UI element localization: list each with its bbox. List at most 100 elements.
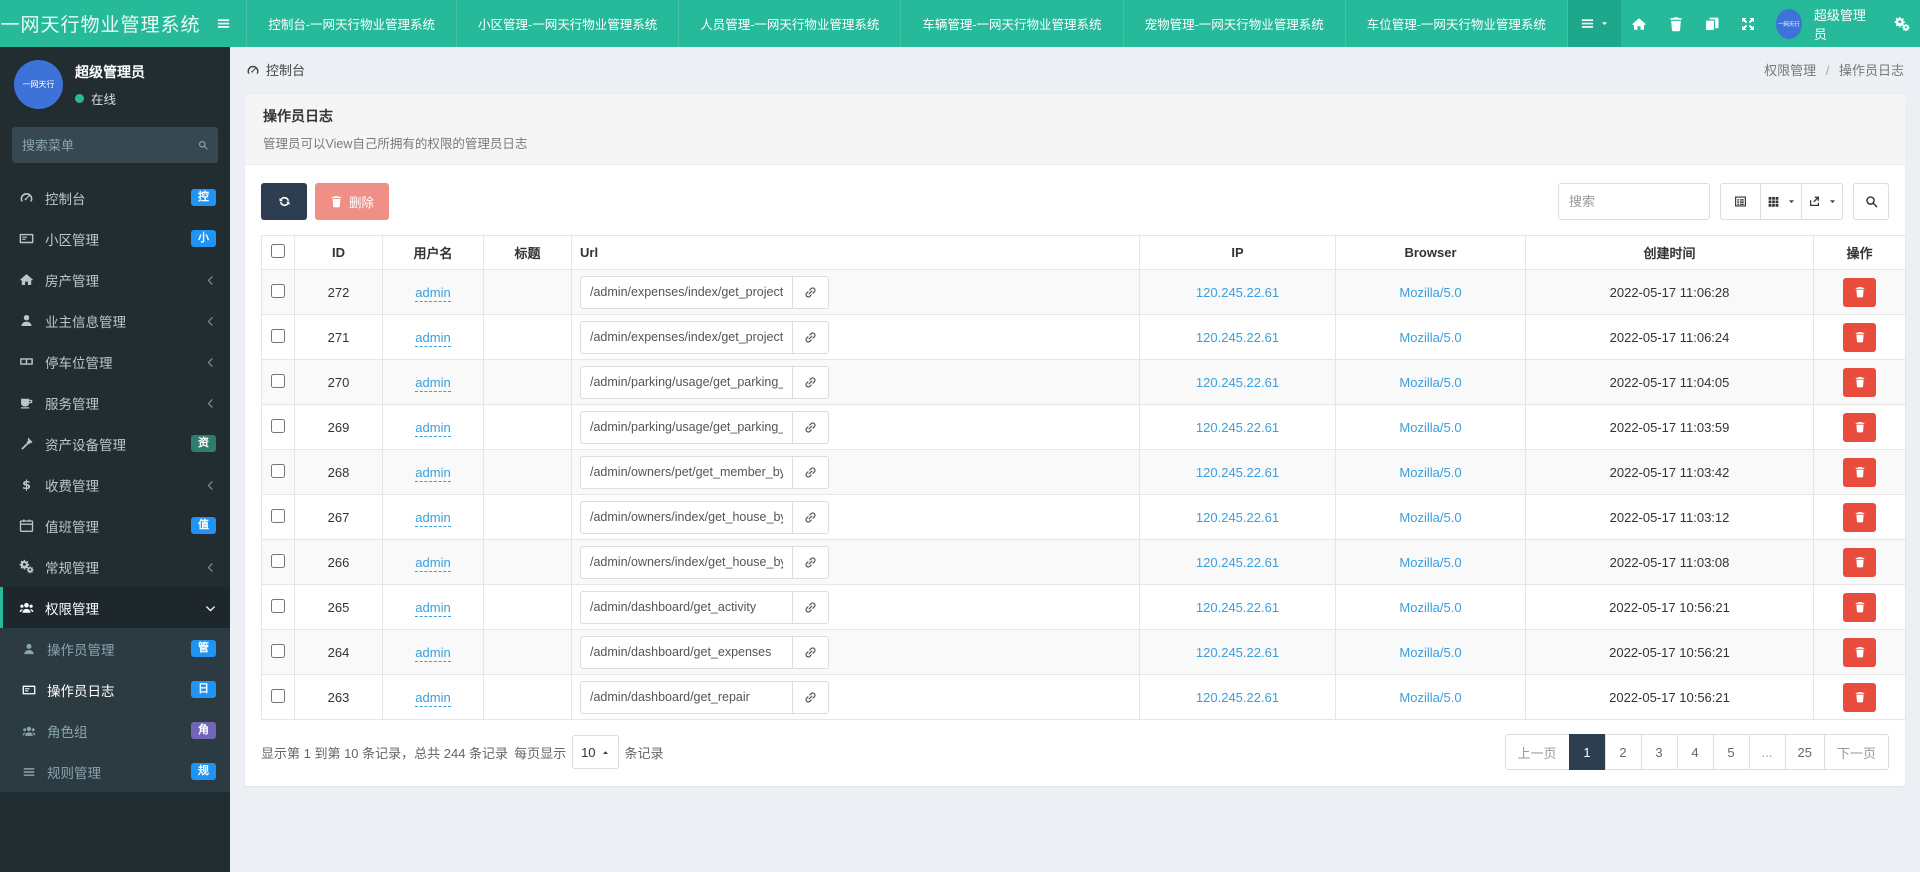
prev-page-button[interactable]: 上一页 [1504, 734, 1570, 770]
sidebar-item[interactable]: 操作员日志 日 [0, 669, 230, 710]
sidebar-item[interactable]: 停车位管理 [0, 341, 230, 382]
browser-link[interactable]: Mozilla/5.0 [1399, 420, 1461, 435]
select-all-checkbox[interactable] [271, 244, 285, 258]
navbar-tab[interactable]: 车辆管理-一网天行物业管理系统 [900, 0, 1122, 47]
search-toggle-button[interactable] [1853, 183, 1889, 220]
row-delete-button[interactable] [1843, 412, 1876, 442]
refresh-button[interactable] [261, 183, 307, 220]
browser-link[interactable]: Mozilla/5.0 [1399, 690, 1461, 705]
row-delete-button[interactable] [1843, 592, 1876, 622]
username-link[interactable]: admin [415, 374, 451, 392]
row-checkbox[interactable] [271, 598, 285, 613]
username-link[interactable]: admin [415, 554, 451, 572]
navbar-tab[interactable]: 宠物管理-一网天行物业管理系统 [1122, 0, 1345, 47]
column-header-url[interactable]: Url [571, 235, 1140, 270]
url-open-button[interactable] [793, 680, 829, 714]
url-open-button[interactable] [793, 455, 829, 489]
username-link[interactable]: admin [415, 329, 451, 347]
sidebar-item[interactable]: 值班管理 值 [0, 505, 230, 546]
settings-button[interactable] [1884, 0, 1920, 47]
navbar-username[interactable]: 超级管理员 [1806, 0, 1884, 47]
column-header-title[interactable]: 标题 [483, 235, 572, 270]
username-link[interactable]: admin [415, 464, 451, 482]
columns-button[interactable] [1761, 183, 1802, 220]
sidebar-item[interactable]: 业主信息管理 [0, 300, 230, 341]
browser-link[interactable]: Mozilla/5.0 [1399, 600, 1461, 615]
browser-link[interactable]: Mozilla/5.0 [1399, 510, 1461, 525]
username-link[interactable]: admin [415, 509, 451, 527]
sidebar-item[interactable]: 控制台 控 [0, 177, 230, 218]
page-button[interactable]: 3 [1640, 734, 1678, 770]
url-input[interactable] [580, 410, 793, 444]
url-open-button[interactable] [793, 635, 829, 669]
sidebar-item[interactable]: 操作员管理 管 [0, 628, 230, 669]
export-button[interactable] [1802, 183, 1843, 220]
row-checkbox[interactable] [271, 418, 285, 433]
url-open-button[interactable] [793, 590, 829, 624]
clear-cache-button[interactable] [1657, 0, 1693, 47]
table-search-input[interactable] [1558, 183, 1710, 220]
tab-list-dropdown-button[interactable] [1567, 0, 1622, 47]
page-button[interactable]: 25 [1784, 734, 1825, 770]
ip-link[interactable]: 120.245.22.61 [1196, 285, 1279, 300]
ip-link[interactable]: 120.245.22.61 [1196, 420, 1279, 435]
row-delete-button[interactable] [1843, 457, 1876, 487]
detail-view-button[interactable] [1720, 183, 1761, 220]
ip-link[interactable]: 120.245.22.61 [1196, 555, 1279, 570]
home-button[interactable] [1621, 0, 1657, 47]
column-header-id[interactable]: ID [294, 235, 383, 270]
sidebar-avatar[interactable]: 一网天行 [14, 60, 63, 109]
row-checkbox[interactable] [271, 283, 285, 298]
row-delete-button[interactable] [1843, 322, 1876, 352]
breadcrumb-dashboard[interactable]: 控制台 [246, 60, 305, 79]
ip-link[interactable]: 120.245.22.61 [1196, 645, 1279, 660]
url-input[interactable] [580, 320, 793, 354]
page-button[interactable]: 5 [1712, 734, 1750, 770]
ip-link[interactable]: 120.245.22.61 [1196, 465, 1279, 480]
url-input[interactable] [580, 680, 793, 714]
row-checkbox[interactable] [271, 643, 285, 658]
url-open-button[interactable] [793, 410, 829, 444]
ip-link[interactable]: 120.245.22.61 [1196, 375, 1279, 390]
navbar-tab[interactable]: 控制台-一网天行物业管理系统 [246, 0, 456, 47]
sidebar-item[interactable]: 收费管理 [0, 464, 230, 505]
row-checkbox[interactable] [271, 508, 285, 523]
username-link[interactable]: admin [415, 644, 451, 662]
column-header-ip[interactable]: IP [1139, 235, 1336, 270]
url-input[interactable] [580, 500, 793, 534]
row-checkbox[interactable] [271, 553, 285, 568]
page-button[interactable]: 4 [1676, 734, 1714, 770]
sidebar-item[interactable]: 规则管理 规 [0, 751, 230, 792]
url-open-button[interactable] [793, 365, 829, 399]
sidebar-item[interactable]: 角色组 角 [0, 710, 230, 751]
sidebar-item[interactable]: 服务管理 [0, 382, 230, 423]
ip-link[interactable]: 120.245.22.61 [1196, 510, 1279, 525]
menu-search-input[interactable] [22, 137, 198, 153]
username-link[interactable]: admin [415, 599, 451, 617]
username-link[interactable]: admin [415, 419, 451, 437]
username-link[interactable]: admin [415, 689, 451, 707]
browser-link[interactable]: Mozilla/5.0 [1399, 285, 1461, 300]
ip-link[interactable]: 120.245.22.61 [1196, 330, 1279, 345]
row-delete-button[interactable] [1843, 367, 1876, 397]
row-delete-button[interactable] [1843, 637, 1876, 667]
sidebar-item[interactable]: 房产管理 [0, 259, 230, 300]
row-delete-button[interactable] [1843, 547, 1876, 577]
sidebar-toggle-button[interactable] [201, 0, 246, 47]
url-input[interactable] [580, 455, 793, 489]
ip-link[interactable]: 120.245.22.61 [1196, 690, 1279, 705]
url-input[interactable] [580, 590, 793, 624]
browser-link[interactable]: Mozilla/5.0 [1399, 465, 1461, 480]
url-open-button[interactable] [793, 500, 829, 534]
fullscreen-button[interactable] [1730, 0, 1766, 47]
breadcrumb-parent[interactable]: 权限管理 [1764, 63, 1816, 78]
row-delete-button[interactable] [1843, 682, 1876, 712]
url-input[interactable] [580, 545, 793, 579]
row-delete-button[interactable] [1843, 277, 1876, 307]
page-button[interactable]: 1 [1568, 734, 1606, 770]
browser-link[interactable]: Mozilla/5.0 [1399, 375, 1461, 390]
menu-search-box[interactable] [12, 127, 218, 163]
sidebar-item[interactable]: 常规管理 [0, 546, 230, 587]
row-checkbox[interactable] [271, 328, 285, 343]
navbar-tab[interactable]: 车位管理-一网天行物业管理系统 [1344, 0, 1568, 47]
